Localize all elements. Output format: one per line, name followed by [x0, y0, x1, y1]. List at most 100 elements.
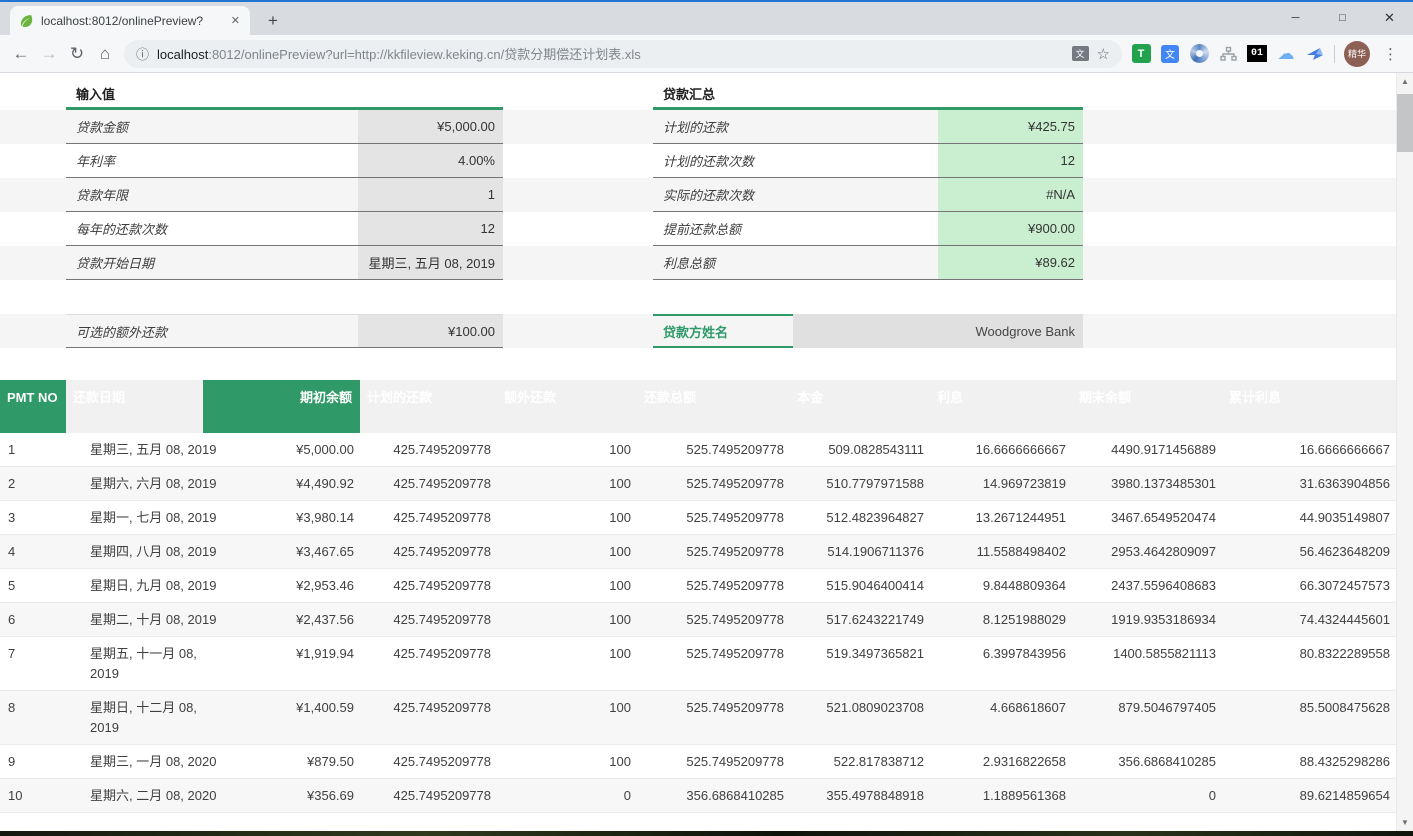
cell-interest: 9.8448809364	[930, 569, 1072, 603]
summary-label: 实际的还款次数	[653, 178, 938, 211]
cell-cum: 85.5008475628	[1222, 691, 1396, 745]
cell-scheduled: 425.7495209778	[360, 569, 497, 603]
profile-avatar[interactable]: 精华	[1344, 41, 1370, 67]
forward-icon[interactable]: →	[35, 40, 63, 68]
close-button[interactable]: ✕	[1366, 2, 1413, 33]
amortization-row: 5星期日, 九月 08, 2019¥2,953.46425.7495209778…	[0, 569, 1396, 603]
cell-principal: 521.0809023708	[790, 691, 930, 745]
input-label: 贷款年限	[66, 178, 358, 211]
cell-begin: ¥3,980.14	[203, 501, 360, 535]
lender-name-value: Woodgrove Bank	[793, 314, 1083, 348]
window-accent-line	[0, 0, 1413, 2]
amortization-row: 4星期四, 八月 08, 2019¥3,467.65425.7495209778…	[0, 535, 1396, 569]
tab-close-icon[interactable]: ✕	[229, 14, 242, 27]
sheet-row: 可选的额外还款¥100.00 贷款方姓名 Woodgrove Bank	[0, 314, 1396, 348]
cell-scheduled: 425.7495209778	[360, 691, 497, 745]
amortization-table: PMT NO 还款日期 期初余额 计划的还款 额外还款 还款总额 本金 利息 期…	[0, 380, 1396, 813]
cell-date: 星期日, 十二月 08, 2019	[66, 691, 203, 745]
cell-begin: ¥1,919.94	[203, 637, 360, 691]
scroll-up-icon[interactable]: ▲	[1397, 73, 1413, 90]
translate-extension-icon[interactable]: 文	[1161, 45, 1179, 63]
cell-total: 356.6868410285	[637, 779, 790, 813]
cell-cum: 88.4325298286	[1222, 745, 1396, 779]
url-host: localhost	[157, 47, 208, 62]
cell-pmt: 2	[0, 467, 66, 501]
address-bar[interactable]: ⓘ localhost:8012/onlinePreview?url=http:…	[124, 40, 1122, 68]
scrollbar-thumb[interactable]	[1397, 94, 1413, 152]
badge-01-extension-icon[interactable]: 01	[1247, 45, 1267, 62]
cell-pmt: 10	[0, 779, 66, 813]
cell-scheduled: 425.7495209778	[360, 745, 497, 779]
cell-cum: 74.4324445601	[1222, 603, 1396, 637]
cell-total: 525.7495209778	[637, 467, 790, 501]
swirl-extension-icon[interactable]	[1190, 44, 1209, 63]
cell-interest: 2.9316822658	[930, 745, 1072, 779]
summary-section-title: 贷款汇总	[653, 80, 1083, 110]
cell-extra: 100	[497, 637, 637, 691]
summary-label: 提前还款总额	[653, 212, 938, 245]
amortization-row: 9星期三, 一月 08, 2020¥879.50425.749520977810…	[0, 745, 1396, 779]
cell-principal: 519.3497365821	[790, 637, 930, 691]
scroll-down-icon[interactable]: ▼	[1397, 814, 1413, 831]
cell-principal: 509.0828543111	[790, 433, 930, 467]
input-label: 年利率	[66, 144, 358, 177]
amortization-row: 6星期二, 十月 08, 2019¥2,437.56425.7495209778…	[0, 603, 1396, 637]
cell-scheduled: 425.7495209778	[360, 467, 497, 501]
cell-scheduled: 425.7495209778	[360, 501, 497, 535]
cell-extra: 100	[497, 569, 637, 603]
sheet-row: 贷款开始日期星期三, 五月 08, 2019 利息总额¥89.62	[0, 246, 1396, 280]
cell-principal: 510.7797971588	[790, 467, 930, 501]
cell-scheduled: 425.7495209778	[360, 637, 497, 691]
amortization-row: 8星期日, 十二月 08, 2019¥1,400.59425.749520977…	[0, 691, 1396, 745]
cell-extra: 100	[497, 745, 637, 779]
cell-extra: 100	[497, 691, 637, 745]
input-label: 贷款金额	[66, 110, 358, 143]
cell-interest: 4.668618607	[930, 691, 1072, 745]
cell-end: 879.5046797405	[1072, 691, 1222, 745]
browser-tab[interactable]: localhost:8012/onlinePreview? ✕	[10, 6, 250, 35]
cell-end: 3980.1373485301	[1072, 467, 1222, 501]
summary-label: 计划的还款	[653, 110, 938, 143]
spreadsheet-page: 输入值 贷款汇总 贷款金额¥5,000.00 计划的还款¥425.75 年利率4…	[0, 73, 1396, 813]
sitemap-extension-icon[interactable]	[1218, 44, 1238, 64]
cell-end: 0	[1072, 779, 1222, 813]
maximize-button[interactable]: □	[1319, 2, 1366, 33]
cell-date: 星期六, 二月 08, 2020	[66, 779, 203, 813]
page-info-icon[interactable]: ⓘ	[136, 44, 149, 63]
cell-pmt: 9	[0, 745, 66, 779]
new-tab-button[interactable]: +	[260, 8, 286, 34]
cell-total: 525.7495209778	[637, 745, 790, 779]
cell-date: 星期六, 六月 08, 2019	[66, 467, 203, 501]
browser-toolbar: ← → ↻ ⌂ ⓘ localhost:8012/onlinePreview?u…	[0, 35, 1413, 73]
input-value: 12	[358, 212, 503, 245]
cell-begin: ¥356.69	[203, 779, 360, 813]
cell-end: 2953.4642809097	[1072, 535, 1222, 569]
cell-begin: ¥4,490.92	[203, 467, 360, 501]
translate-page-icon[interactable]: 文	[1072, 46, 1089, 61]
bird-extension-icon[interactable]	[1305, 44, 1325, 64]
shield-extension-icon[interactable]: T	[1132, 44, 1151, 63]
menu-kebab-icon[interactable]: ⋮	[1379, 45, 1402, 63]
inputs-section-title: 输入值	[66, 80, 503, 110]
minimize-button[interactable]: ─	[1272, 2, 1319, 33]
cell-scheduled: 425.7495209778	[360, 603, 497, 637]
bookmark-star-icon[interactable]: ☆	[1097, 45, 1110, 63]
cell-principal: 522.817838712	[790, 745, 930, 779]
cloud-extension-icon[interactable]: ☁	[1278, 45, 1295, 62]
amortization-row: 7星期五, 十一月 08, 2019¥1,919.94425.749520977…	[0, 637, 1396, 691]
back-icon[interactable]: ←	[7, 40, 35, 68]
cell-pmt: 1	[0, 433, 66, 467]
cell-total: 525.7495209778	[637, 637, 790, 691]
cell-cum: 80.8322289558	[1222, 637, 1396, 691]
cell-end: 2437.5596408683	[1072, 569, 1222, 603]
cell-pmt: 3	[0, 501, 66, 535]
input-value: 星期三, 五月 08, 2019	[358, 246, 503, 279]
input-label: 每年的还款次数	[66, 212, 358, 245]
summary-value: ¥900.00	[938, 212, 1083, 245]
home-icon[interactable]: ⌂	[91, 40, 119, 68]
browser-window: localhost:8012/onlinePreview? ✕ + ─ □ ✕ …	[0, 0, 1413, 836]
summary-value: ¥89.62	[938, 246, 1083, 279]
cell-pmt: 6	[0, 603, 66, 637]
reload-icon[interactable]: ↻	[63, 40, 91, 68]
url-text: localhost:8012/onlinePreview?url=http://…	[157, 44, 1064, 63]
